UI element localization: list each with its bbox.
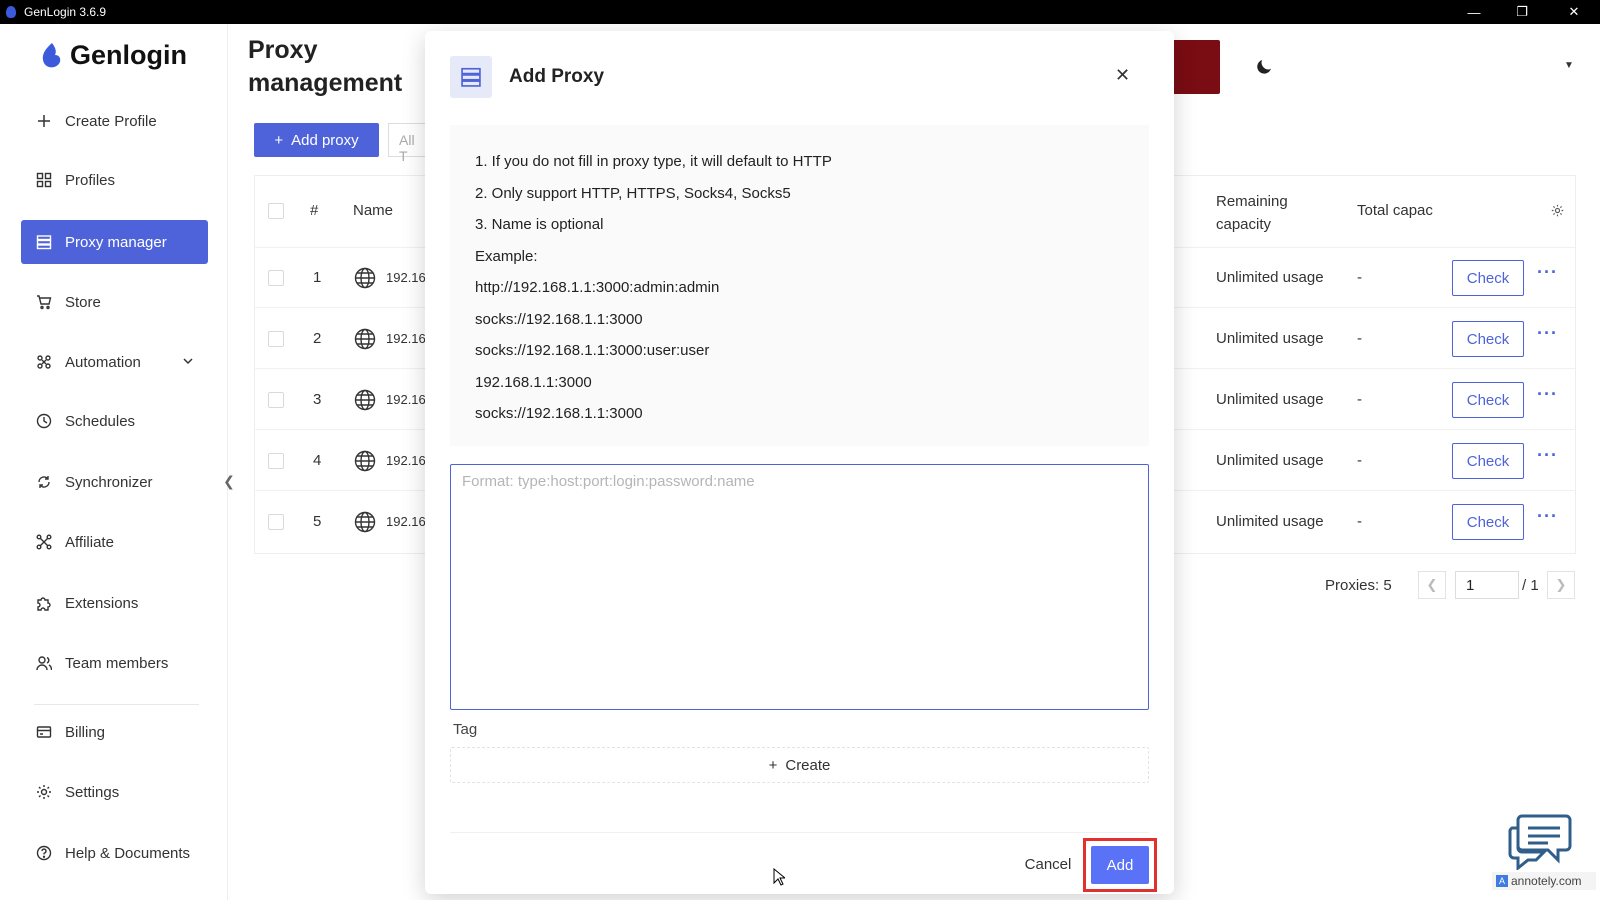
restore-icon[interactable]: ❐ [1498,0,1546,24]
instruction-line: socks://192.168.1.1:3000 [475,405,643,422]
close-icon[interactable]: ✕ [1115,65,1130,86]
proxy-list-textarea[interactable] [450,464,1149,710]
instruction-line: socks://192.168.1.1:3000:user:user [475,342,710,359]
server-icon [450,56,492,98]
instruction-line: 1. If you do not fill in proxy type, it … [475,153,832,170]
modal-footer-divider [450,832,1149,833]
create-tag-label: Create [785,756,831,774]
minimize-icon[interactable]: — [1450,0,1498,24]
mouse-cursor-icon [773,868,785,886]
instruction-line: http://192.168.1.1:3000:admin:admin [475,279,720,296]
tag-label: Tag [453,721,478,738]
instructions-box: 1. If you do not fill in proxy type, it … [450,125,1149,446]
add-button[interactable]: Add [1091,846,1149,884]
instruction-line: 192.168.1.1:3000 [475,373,592,391]
close-window-icon[interactable]: ✕ [1550,0,1598,24]
cancel-button[interactable]: Cancel [1016,847,1080,881]
create-tag-button[interactable]: + Create [450,747,1149,783]
instruction-line: 3. Name is optional [475,216,604,233]
app-logo-icon [6,6,16,18]
add-proxy-modal: Add Proxy ✕ 1. If you do not fill in pro… [425,31,1174,894]
instruction-line: Example: [475,247,538,265]
instruction-line: 2. Only support HTTP, HTTPS, Socks4, Soc… [475,184,791,202]
modal-title: Add Proxy [509,66,605,87]
window-title: GenLogin 3.6.9 [24,5,107,19]
plus-icon: + [768,756,778,774]
instruction-line: socks://192.168.1.1:3000 [475,310,643,328]
window-titlebar: GenLogin 3.6.9 — ❐ ✕ [0,0,1600,24]
